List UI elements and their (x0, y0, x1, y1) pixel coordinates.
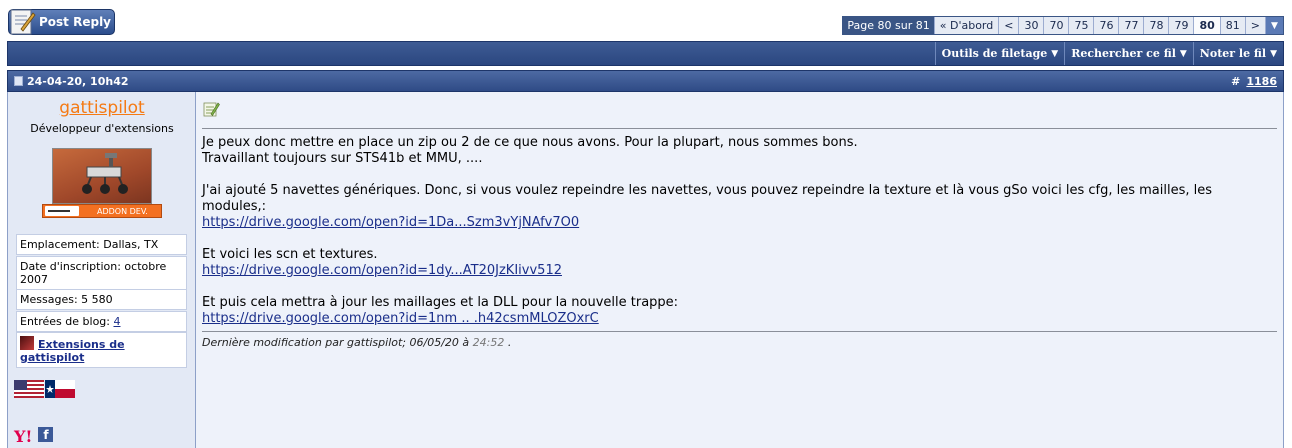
facebook-icon[interactable]: f (38, 427, 54, 442)
thread-tools-label: Outils de filetage (941, 47, 1048, 60)
message-panel: Je peux donc mettre en place un zip ou 2… (196, 92, 1283, 448)
post-reply-button[interactable]: Post Reply (8, 9, 115, 35)
blog-count-link[interactable]: 4 (113, 315, 120, 328)
message-line: J'ai ajouté 5 navettes génériques. Donc,… (202, 183, 1213, 214)
chevron-down-icon: ▼ (1270, 48, 1277, 59)
page-link[interactable]: 70 (1043, 17, 1069, 34)
post-hash: # (1231, 74, 1241, 88)
current-page: 80 (1193, 17, 1220, 34)
search-thread-label: Rechercher ce fil (1071, 47, 1176, 60)
post-reply-label: Post Reply (39, 15, 111, 29)
last-edit-note: Dernière modification par gattispilot; 0… (202, 336, 1277, 349)
blog-link[interactable]: Extensions de gattispilot (20, 338, 125, 364)
us-flag-icon (14, 380, 44, 398)
social-links: Y! f (14, 427, 54, 446)
edit-end: . (504, 336, 512, 349)
download-link[interactable]: https://drive.google.com/open?id=1Da...S… (202, 215, 579, 230)
user-join-date: Date d'inscription: octobre 2007 (16, 256, 187, 290)
location-text: Emplacement: Dallas, TX (20, 238, 159, 251)
page-menu-button[interactable]: ▼ (1265, 17, 1283, 34)
user-title: Développeur d'extensions (30, 122, 174, 135)
user-blog-entries: Entrées de blog: 4 (16, 311, 187, 332)
download-link[interactable]: https://drive.google.com/open?id=1nm .. … (202, 311, 599, 326)
next-page-link[interactable]: > (1244, 17, 1265, 34)
rate-thread-label: Noter le fil (1199, 47, 1267, 60)
yahoo-icon[interactable]: Y! (14, 427, 32, 446)
prev-page-link[interactable]: < (998, 17, 1019, 34)
message-line: Et voici les scn et textures. (202, 247, 378, 262)
page-link[interactable]: 76 (1093, 17, 1119, 34)
post-date: 24-04-20, 10h42 (27, 74, 129, 88)
page-link[interactable]: 78 (1143, 17, 1169, 34)
chevron-down-icon: ▼ (1271, 20, 1278, 31)
chevron-down-icon: ▼ (1179, 48, 1187, 59)
avatar (52, 148, 152, 204)
page-link[interactable]: 30 (1018, 17, 1044, 34)
flags (14, 380, 75, 398)
message-content: Je peux donc mettre en place un zip ou 2… (202, 135, 1277, 327)
user-info-panel: gattispilot Développeur d'extensions ADD… (8, 92, 196, 448)
message-line: Et puis cela mettra à jour les maillages… (202, 295, 679, 310)
page-indicator: Page 80 sur 81 (843, 17, 934, 34)
user-location: Emplacement: Dallas, TX (16, 234, 187, 255)
post-reply-icon (10, 9, 36, 35)
first-page-link[interactable]: « D'abord (933, 17, 999, 34)
post-status-icon (14, 76, 23, 86)
rover-icon (82, 153, 128, 194)
join-date-text: Date d'inscription: octobre 2007 (20, 260, 167, 286)
badge-label: ADDON DEV. (97, 206, 148, 216)
messages-text: Messages: 5 580 (20, 293, 113, 306)
thread-tools-menu[interactable]: Outils de filetage ▼ (934, 42, 1065, 65)
edit-time: 24:52 (472, 336, 505, 349)
plug-icon (45, 206, 79, 216)
page-link[interactable]: 77 (1118, 17, 1144, 34)
pagination: Page 80 sur 81 « D'abord < 30 70 75 76 7… (842, 16, 1284, 35)
page-link[interactable]: 81 (1219, 17, 1245, 34)
download-link[interactable]: https://drive.google.com/open?id=1dy...A… (202, 263, 562, 278)
user-message-count: Messages: 5 580 (16, 289, 187, 310)
edit-text: Dernière modification par gattispilot; 0… (202, 336, 473, 349)
edit-divider (202, 331, 1277, 332)
message-line: Travaillant toujours sur STS41b et MMU, … (202, 151, 483, 166)
thread-toolbar: Outils de filetage ▼ Rechercher ce fil ▼… (7, 41, 1284, 66)
page-link[interactable]: 75 (1068, 17, 1094, 34)
blog-label: Entrées de blog: (20, 315, 114, 328)
texas-flag-icon (45, 380, 75, 398)
post-icon (203, 102, 220, 117)
blog-icon (20, 336, 34, 350)
post-header: 24-04-20, 10h42 # 1186 (7, 70, 1284, 92)
message-divider (202, 128, 1277, 129)
username-link[interactable]: gattispilot (8, 98, 196, 118)
addon-dev-badge: ADDON DEV. (42, 204, 162, 218)
user-blog-box: Extensions de gattispilot (16, 332, 187, 368)
rate-thread-menu[interactable]: Noter le fil ▼ (1192, 42, 1283, 65)
message-line: Je peux donc mettre en place un zip ou 2… (202, 135, 858, 150)
page-link[interactable]: 79 (1168, 17, 1194, 34)
chevron-down-icon: ▼ (1051, 48, 1059, 59)
post-body: gattispilot Développeur d'extensions ADD… (7, 92, 1284, 448)
post-number-link[interactable]: 1186 (1246, 75, 1277, 88)
search-thread-menu[interactable]: Rechercher ce fil ▼ (1064, 42, 1193, 65)
